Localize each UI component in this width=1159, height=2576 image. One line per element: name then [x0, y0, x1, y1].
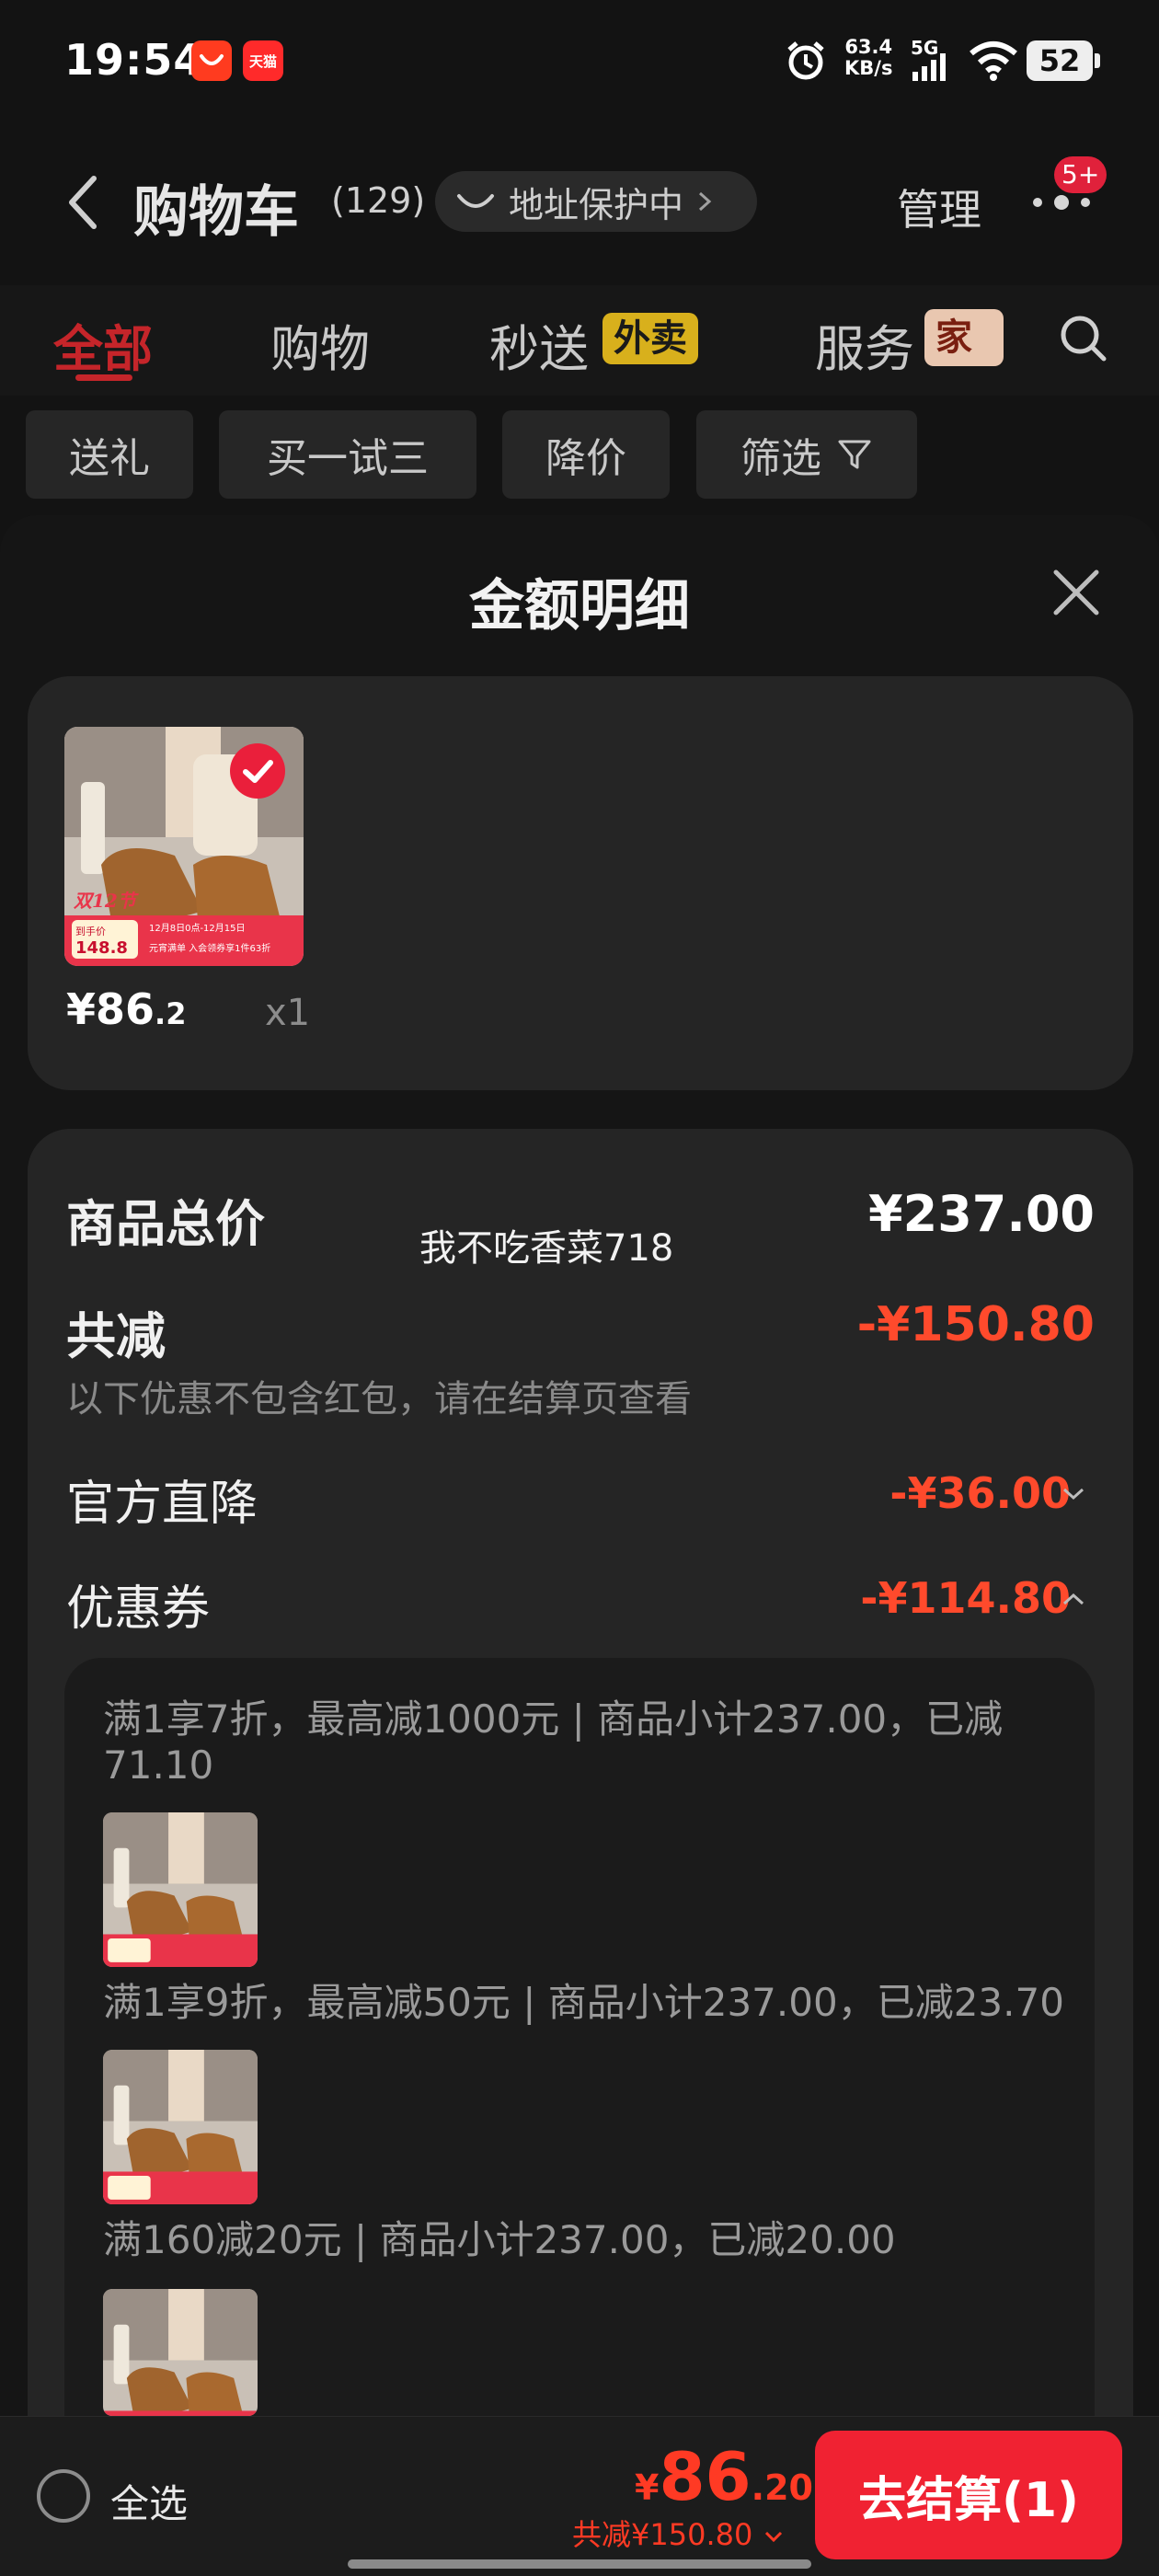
chip-filter-label: 筛选 — [740, 435, 821, 482]
item-quantity: x1 — [265, 992, 311, 1034]
chevron-down-icon[interactable] — [1060, 1483, 1087, 1505]
tmall-app-icon: 天猫 — [243, 40, 283, 81]
address-protection-label: 地址保护中 — [509, 184, 684, 225]
image-promo: 元宵满单 入会领券享1件63折 — [149, 942, 270, 954]
watermark-text: 我不吃香菜718 — [419, 1227, 674, 1270]
chip-buy-one-try-three[interactable]: 买一试三 — [219, 410, 476, 499]
network-speed: 63.4 KB/s — [844, 37, 892, 79]
coupon-3-text: 满160减20元 | 商品小计237.00，已减20.00 — [103, 2217, 896, 2262]
page-title: 购物车 — [133, 180, 299, 245]
coupon-2-text: 满1享9折，最高减50元 | 商品小计237.00，已减23.70 — [103, 1980, 1064, 2025]
discount-note: 以下优惠不包含红包，请在结算页查看 — [66, 1378, 692, 1420]
battery-indicator: 52 — [1027, 40, 1100, 81]
chevron-up-icon[interactable] — [1060, 1588, 1087, 1610]
currency-symbol: ¥ — [635, 2467, 660, 2508]
selected-check-icon[interactable] — [230, 743, 285, 799]
coupon-1-text: 满1享7折，最高减1000元 | 商品小计237.00，已减 71.10 — [103, 1696, 1069, 1788]
total-payable-int: 86 — [659, 2438, 752, 2515]
chip-gift[interactable]: 送礼 — [26, 410, 193, 499]
coupon-2-thumbnail — [103, 2050, 258, 2204]
home-indicator[interactable] — [348, 2559, 811, 2569]
back-icon[interactable] — [64, 175, 101, 230]
taobao-app-icon — [191, 40, 232, 81]
address-protection-pill[interactable]: 地址保护中 — [435, 171, 757, 232]
chevron-down-icon — [764, 2531, 782, 2543]
official-discount-label: 官方直降 — [66, 1477, 258, 1532]
total-discount-label: 共减 — [66, 1307, 166, 1365]
cart-count: (129) — [331, 180, 426, 221]
tab-all[interactable]: 全部 — [53, 308, 153, 381]
total-price-value: ¥237.00 — [868, 1185, 1095, 1243]
total-price-label: 商品总价 — [66, 1195, 265, 1253]
app-screen: 19:54 天猫 63.4 KB/s 5G 52 购物车 (129) 地址保护中… — [0, 0, 1159, 2576]
total-discount-value: -¥150.80 — [856, 1297, 1095, 1352]
alarm-icon — [787, 41, 824, 80]
select-all-label[interactable]: 全选 — [110, 2473, 188, 2529]
network-speed-unit: KB/s — [844, 57, 893, 79]
status-time: 19:54 — [64, 35, 204, 85]
item-price-dec: .2 — [155, 996, 187, 1031]
item-price-int: ¥86 — [66, 984, 155, 1034]
image-price-label: 到手价 — [75, 925, 106, 937]
coupon-label: 优惠券 — [66, 1581, 211, 1637]
tab-shopping[interactable]: 购物 — [270, 308, 370, 381]
housekeeping-tag: 家政 — [924, 309, 1004, 366]
select-all-radio[interactable] — [37, 2469, 90, 2523]
total-payable-dec: .20 — [751, 2467, 813, 2508]
image-date: 12月8日0点-12月15日 — [149, 923, 246, 934]
coupon-3-thumbnail — [103, 2289, 258, 2416]
savings-toggle[interactable]: 共减¥150.80 — [572, 2512, 785, 2554]
message-badge: 5+ — [1054, 156, 1107, 193]
official-discount-value[interactable]: -¥36.00 — [889, 1468, 1071, 1518]
signal-icon — [912, 53, 946, 81]
chevron-right-icon — [699, 191, 712, 212]
savings-text: 共减¥150.80 — [572, 2517, 753, 2552]
manage-button[interactable]: 管理 — [897, 177, 981, 237]
tab-instant-delivery[interactable]: 秒送 — [489, 308, 589, 381]
total-payable: ¥86.20 — [635, 2438, 813, 2515]
sheet-title: 金额明细 — [469, 574, 690, 638]
coupon-1-line1: 满1享7折，最高减1000元 | 商品小计237.00，已减 — [103, 1696, 1004, 1742]
coupon-1-thumbnail — [103, 1812, 258, 1967]
image-festival: 双12节 — [73, 890, 140, 912]
smile-icon — [457, 194, 494, 208]
checkout-button[interactable]: 去结算(1) — [815, 2431, 1122, 2559]
item-price: ¥86.2 — [66, 984, 186, 1034]
tab-active-indicator — [75, 374, 132, 381]
chip-price-drop[interactable]: 降价 — [502, 410, 670, 499]
coupon-1-line2: 71.10 — [103, 1742, 214, 1788]
wifi-icon — [970, 41, 1017, 81]
chip-filter[interactable]: 筛选 — [696, 410, 917, 499]
boots-thumbnail-image — [103, 2289, 258, 2416]
filter-icon — [838, 440, 871, 469]
close-icon[interactable] — [1049, 565, 1104, 620]
tab-services[interactable]: 服务 — [815, 308, 914, 381]
boots-thumbnail-image — [103, 1812, 258, 1967]
takeout-tag: 外卖 — [602, 313, 698, 364]
search-icon[interactable] — [1056, 311, 1111, 366]
coupon-value[interactable]: -¥114.80 — [860, 1573, 1071, 1623]
image-price: 148.8 — [75, 938, 128, 958]
network-speed-value: 63.4 — [844, 36, 893, 58]
boots-thumbnail-image — [103, 2050, 258, 2204]
